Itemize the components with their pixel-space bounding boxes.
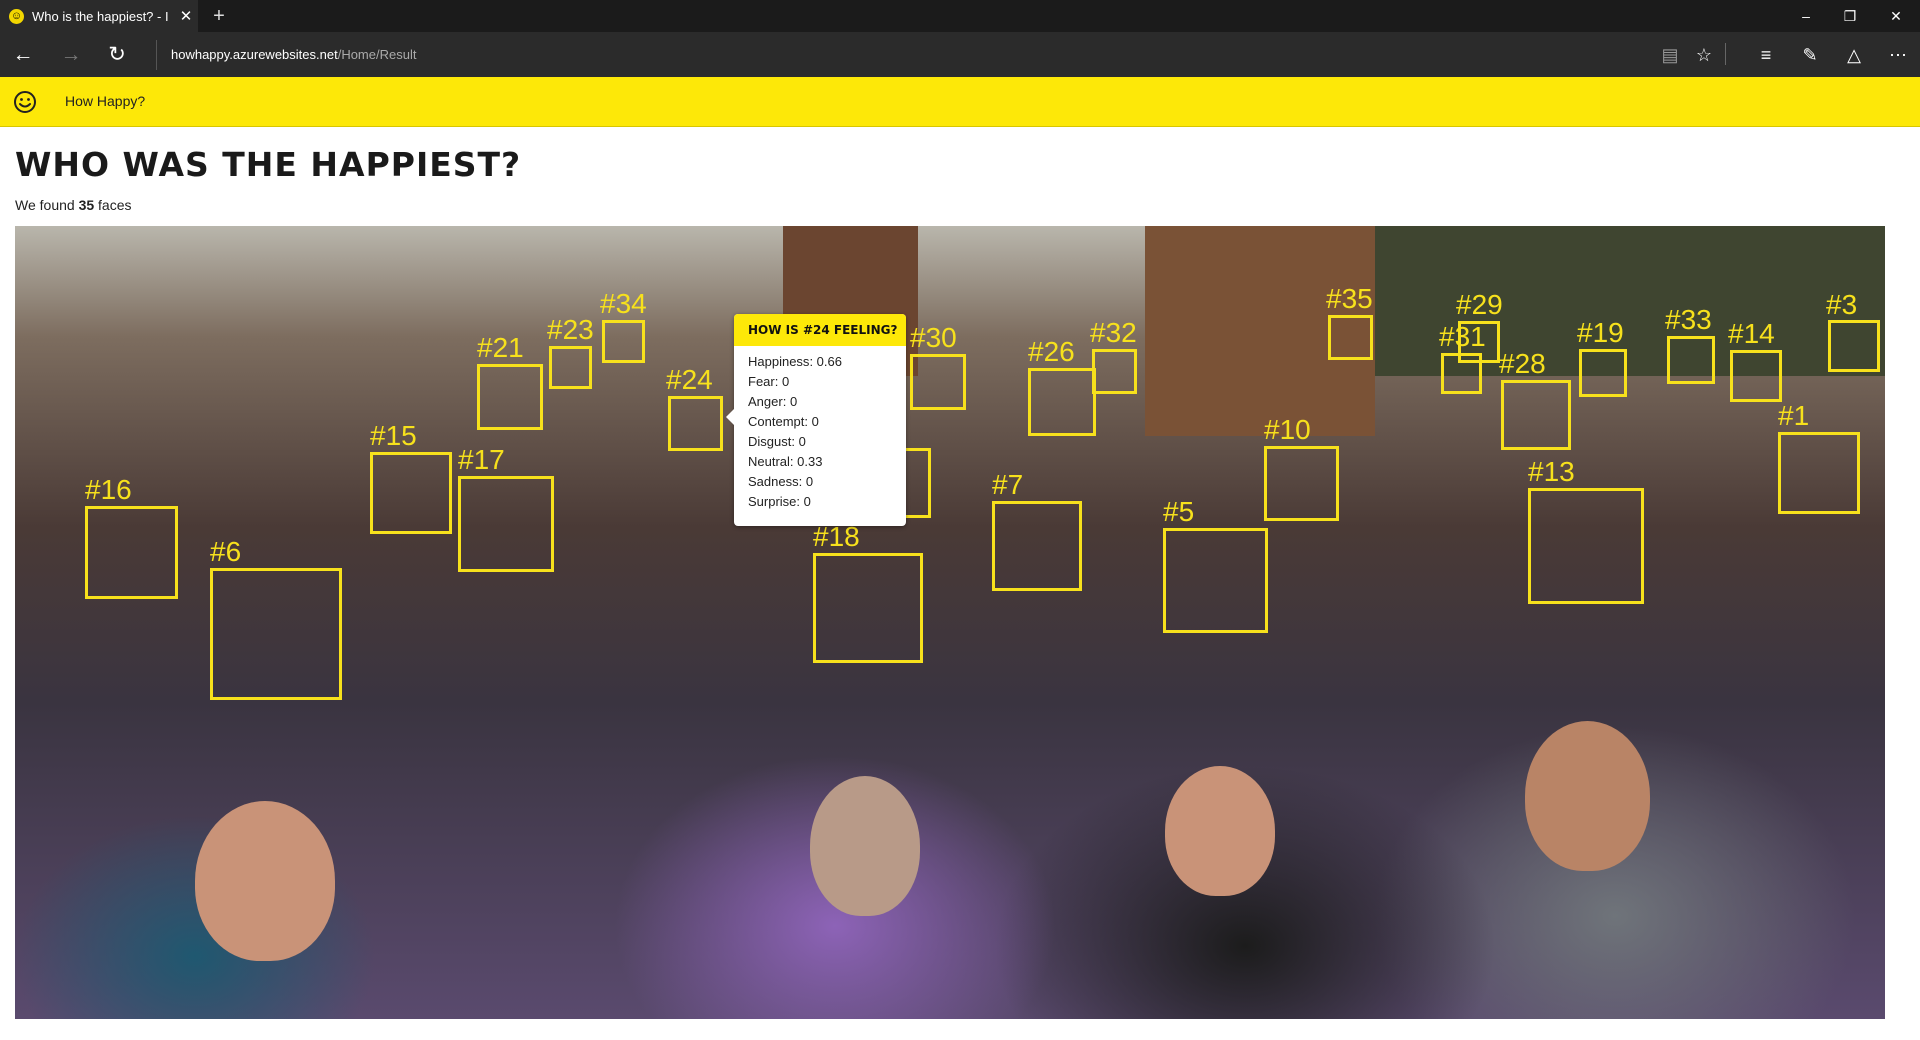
url-host: howhappy.azurewebsites.net: [171, 47, 338, 62]
face-label: #18: [813, 521, 860, 552]
back-icon[interactable]: ←: [8, 40, 38, 70]
forward-icon[interactable]: →: [56, 40, 86, 70]
emotion-row: Anger: 0: [748, 394, 798, 409]
face-box[interactable]: [910, 354, 966, 410]
smiley-favicon-icon: ☺: [9, 8, 24, 24]
face-label: #31: [1439, 321, 1486, 352]
browser-titlebar: ☺ Who is the happiest? - I ✕ + – ❐ ✕: [0, 0, 1920, 32]
face-box[interactable]: [1528, 488, 1644, 604]
minimize-icon[interactable]: –: [1784, 0, 1828, 32]
face-label: #16: [85, 474, 132, 505]
face-box[interactable]: [549, 346, 592, 389]
smiley-logo-icon[interactable]: [13, 90, 37, 114]
face-box[interactable]: [1163, 528, 1268, 633]
face-label: #23: [547, 314, 594, 345]
face-box[interactable]: [1501, 380, 1571, 450]
face-box[interactable]: [992, 501, 1082, 591]
face-label: #7: [992, 469, 1024, 500]
face-box[interactable]: [1328, 315, 1373, 360]
face-box[interactable]: [1579, 349, 1627, 397]
face-label: #28: [1499, 348, 1546, 379]
refresh-icon[interactable]: ↻: [102, 40, 132, 70]
face-label: #34: [600, 288, 647, 319]
app-header: How Happy?: [0, 77, 1920, 127]
new-tab-button[interactable]: +: [207, 4, 231, 28]
face-box[interactable]: [1667, 336, 1715, 384]
face-label: #17: [458, 444, 505, 475]
tab-close-icon[interactable]: ✕: [174, 7, 198, 25]
face-label: #10: [1264, 414, 1311, 445]
more-icon[interactable]: ⋯: [1884, 41, 1912, 69]
emotion-row: Neutral: 0.33: [748, 454, 823, 469]
face-box[interactable]: [1028, 368, 1096, 436]
emotion-row: Surprise: 0: [748, 494, 811, 509]
url-path: /Home/Result: [337, 47, 417, 62]
group-photo: #1 #3 #5 #6 #7 #10 #13 #14 #15 #16 #17 #…: [15, 226, 1885, 1019]
tooltip-arrow: [726, 409, 734, 425]
count-prefix: We found: [15, 197, 79, 213]
browser-navbar: ← → ↻ howhappy.azurewebsites.net/Home/Re…: [0, 32, 1920, 77]
face-box[interactable]: [1441, 353, 1482, 394]
tooltip-title: How is #24 feeling?: [734, 314, 906, 346]
face-label: #6: [210, 536, 242, 567]
favorite-star-icon[interactable]: ☆: [1690, 41, 1718, 69]
emotion-row: Contempt: 0: [748, 414, 819, 429]
face-box[interactable]: [602, 320, 645, 363]
face-box[interactable]: [1730, 350, 1782, 402]
face-box[interactable]: [813, 553, 923, 663]
browser-tab[interactable]: ☺ Who is the happiest? - I ✕: [0, 0, 198, 32]
face-label: #21: [477, 332, 524, 363]
face-box[interactable]: [458, 476, 554, 572]
face-box[interactable]: [85, 506, 178, 599]
face-box[interactable]: [1264, 446, 1339, 521]
share-icon[interactable]: △: [1840, 41, 1868, 69]
emotion-row: Happiness: 0.66: [748, 354, 842, 369]
face-label: #26: [1028, 336, 1075, 367]
person-head: [195, 801, 335, 961]
face-label: #29: [1456, 289, 1503, 320]
face-box[interactable]: [210, 568, 342, 700]
face-label: #13: [1528, 456, 1575, 487]
face-label: #5: [1163, 496, 1195, 527]
restore-icon[interactable]: ❐: [1828, 0, 1872, 32]
face-label: #30: [910, 322, 957, 353]
face-count: We found 35 faces: [15, 197, 132, 213]
web-note-icon[interactable]: ✎: [1796, 41, 1824, 69]
face-label: #19: [1577, 317, 1624, 348]
emotion-row: Sadness: 0: [748, 474, 814, 489]
face-box[interactable]: [477, 364, 543, 430]
face-label: #35: [1326, 283, 1373, 314]
hub-icon[interactable]: ≡: [1752, 41, 1780, 69]
tab-title: Who is the happiest? - I: [32, 8, 169, 24]
face-box-partial[interactable]: [903, 448, 931, 518]
face-label: #14: [1728, 318, 1775, 349]
brand-link[interactable]: How Happy?: [65, 93, 145, 109]
face-label: #15: [370, 420, 417, 451]
emotion-row: Disgust: 0: [748, 434, 806, 449]
emotion-row: Fear: 0: [748, 374, 790, 389]
toolbar-divider: [1725, 43, 1726, 65]
page-title: Who was the happiest?: [15, 145, 522, 184]
face-label: #3: [1826, 289, 1858, 320]
emotion-list: Happiness: 0.66 Fear: 0 Anger: 0 Contemp…: [734, 346, 906, 512]
face-box[interactable]: [1778, 432, 1860, 514]
face-box[interactable]: [668, 396, 723, 451]
face-label: #32: [1090, 317, 1137, 348]
reading-view-icon[interactable]: ▤: [1656, 41, 1684, 69]
face-label: #1: [1778, 400, 1810, 431]
face-box[interactable]: [1828, 320, 1880, 372]
count-suffix: faces: [94, 197, 132, 213]
face-label: #24: [666, 364, 713, 395]
address-bar[interactable]: howhappy.azurewebsites.net/Home/Result: [156, 40, 416, 70]
face-label: #33: [1665, 304, 1712, 335]
emotion-tooltip: How is #24 feeling? Happiness: 0.66 Fear…: [726, 314, 906, 526]
person-head: [1525, 721, 1650, 871]
face-box[interactable]: [370, 452, 452, 534]
person-head: [810, 776, 920, 916]
person-head: [1165, 766, 1275, 896]
close-window-icon[interactable]: ✕: [1874, 0, 1918, 32]
face-box[interactable]: [1092, 349, 1137, 394]
count-value: 35: [78, 197, 95, 213]
